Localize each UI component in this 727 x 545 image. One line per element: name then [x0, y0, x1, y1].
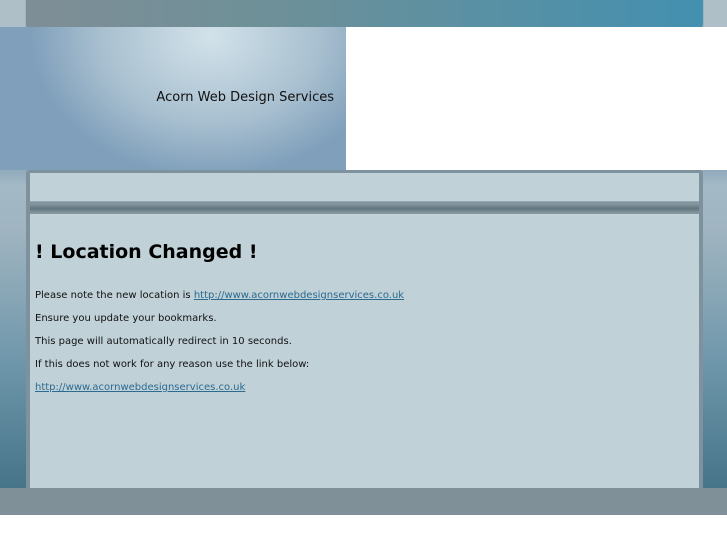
page-heading: ! Location Changed ! — [35, 241, 258, 263]
fallback-link-line: http://www.acornwebdesignservices.co.uk — [35, 381, 694, 394]
main-content: ! Location Changed ! Please note the new… — [30, 214, 699, 488]
new-location-link[interactable]: http://www.acornwebdesignservices.co.uk — [194, 290, 404, 301]
fallback-text: If this does not work for any reason use… — [35, 359, 310, 370]
new-location-text: Please note the new location is http://w… — [35, 289, 694, 302]
new-location-label: Please note the new location is — [35, 290, 194, 301]
header-banner: Acorn Web Design Services — [0, 27, 346, 170]
panel-header — [30, 173, 699, 202]
panel-divider — [30, 203, 699, 214]
redirect-text: This page will automatically redirect in… — [35, 336, 292, 347]
site-title: Acorn Web Design Services — [156, 90, 334, 105]
footer-bar — [0, 488, 727, 515]
fallback-link[interactable]: http://www.acornwebdesignservices.co.uk — [35, 382, 245, 393]
header-blank-area — [346, 27, 727, 170]
top-nav-bar — [26, 0, 703, 27]
bookmark-text: Ensure you update your bookmarks. — [35, 313, 217, 324]
